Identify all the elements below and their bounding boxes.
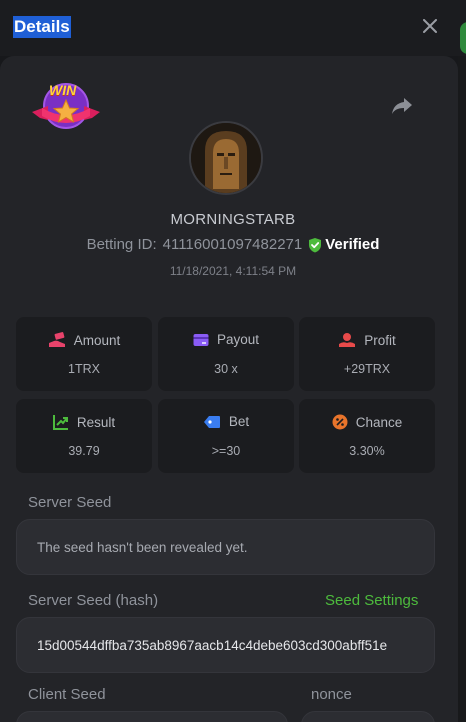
close-button[interactable] <box>418 14 442 38</box>
stat-label: Payout <box>216 332 260 347</box>
stat-card-amount: Amount 1TRX <box>16 317 152 391</box>
nonce-field[interactable] <box>301 711 435 722</box>
betting-id-row: Betting ID: 411160010974822​71 Verified <box>0 236 466 253</box>
modal-title: Details <box>13 16 71 38</box>
server-seed-label: Server Seed <box>28 494 112 511</box>
percent-icon <box>332 414 348 430</box>
client-seed-label: Client Seed <box>28 686 106 703</box>
avatar-image <box>191 123 261 193</box>
stat-value: +29TRX <box>343 362 391 376</box>
stat-card-bet: Bet >=30 <box>158 399 294 473</box>
server-seed-field[interactable]: The seed hasn't been revealed yet. <box>16 519 435 575</box>
server-seed-value: The seed hasn't been revealed yet. <box>37 540 248 555</box>
stat-label: Chance <box>355 414 403 430</box>
share-icon[interactable] <box>390 96 414 116</box>
stat-card-chance: Chance 3.30% <box>299 399 435 473</box>
share-button[interactable] <box>390 96 414 121</box>
stat-value: 39.79 <box>68 444 100 458</box>
betting-id-value: 411160010974822​71 <box>162 236 303 253</box>
background-edge <box>460 22 466 54</box>
scrollbar-track[interactable] <box>458 56 466 722</box>
nonce-label: nonce <box>311 686 352 703</box>
stat-label: Amount <box>73 332 121 348</box>
stat-value: 30 x <box>214 362 238 376</box>
stat-value: 1TRX <box>68 362 100 376</box>
stat-label: Bet <box>228 414 250 429</box>
coins-hand-icon <box>339 333 356 347</box>
seed-settings-link[interactable]: Seed Settings <box>325 592 418 609</box>
betting-id-label: Betting ID: <box>86 236 157 253</box>
close-icon[interactable] <box>423 19 437 33</box>
username: MORNINGSTARB <box>170 211 296 228</box>
stat-label: Profit <box>364 332 396 348</box>
stat-card-result: Result 39.79 <box>16 399 152 473</box>
server-seed-hash-label: Server Seed (hash) <box>28 592 159 609</box>
card-icon <box>193 333 209 346</box>
shield-check-icon <box>309 237 322 252</box>
modal-header: Details <box>0 0 466 56</box>
verified-label: Verified <box>325 236 380 253</box>
stat-label: Result <box>76 414 116 430</box>
money-hand-icon <box>48 332 65 347</box>
verified-status: Verified <box>308 236 379 253</box>
chart-icon <box>52 415 68 430</box>
bet-timestamp: 11/18/2021, 4:11:54 PM <box>169 264 297 278</box>
client-seed-field[interactable] <box>16 711 288 722</box>
stat-card-profit: Profit +29TRX <box>299 317 435 391</box>
win-badge: WIN <box>30 78 102 139</box>
stat-card-payout: Payout 30 x <box>158 317 294 391</box>
avatar <box>189 121 263 195</box>
win-badge-text: WIN <box>49 82 77 98</box>
server-seed-hash-value: 15d00544dffba735ab8967aacb14c4debe603cd3… <box>37 638 388 653</box>
stat-value: 3.30% <box>349 444 385 458</box>
server-seed-hash-field[interactable]: 15d00544dffba735ab8967aacb14c4debe603cd3… <box>16 617 435 673</box>
tag-icon <box>203 415 220 428</box>
stat-value: >=30 <box>211 444 241 458</box>
